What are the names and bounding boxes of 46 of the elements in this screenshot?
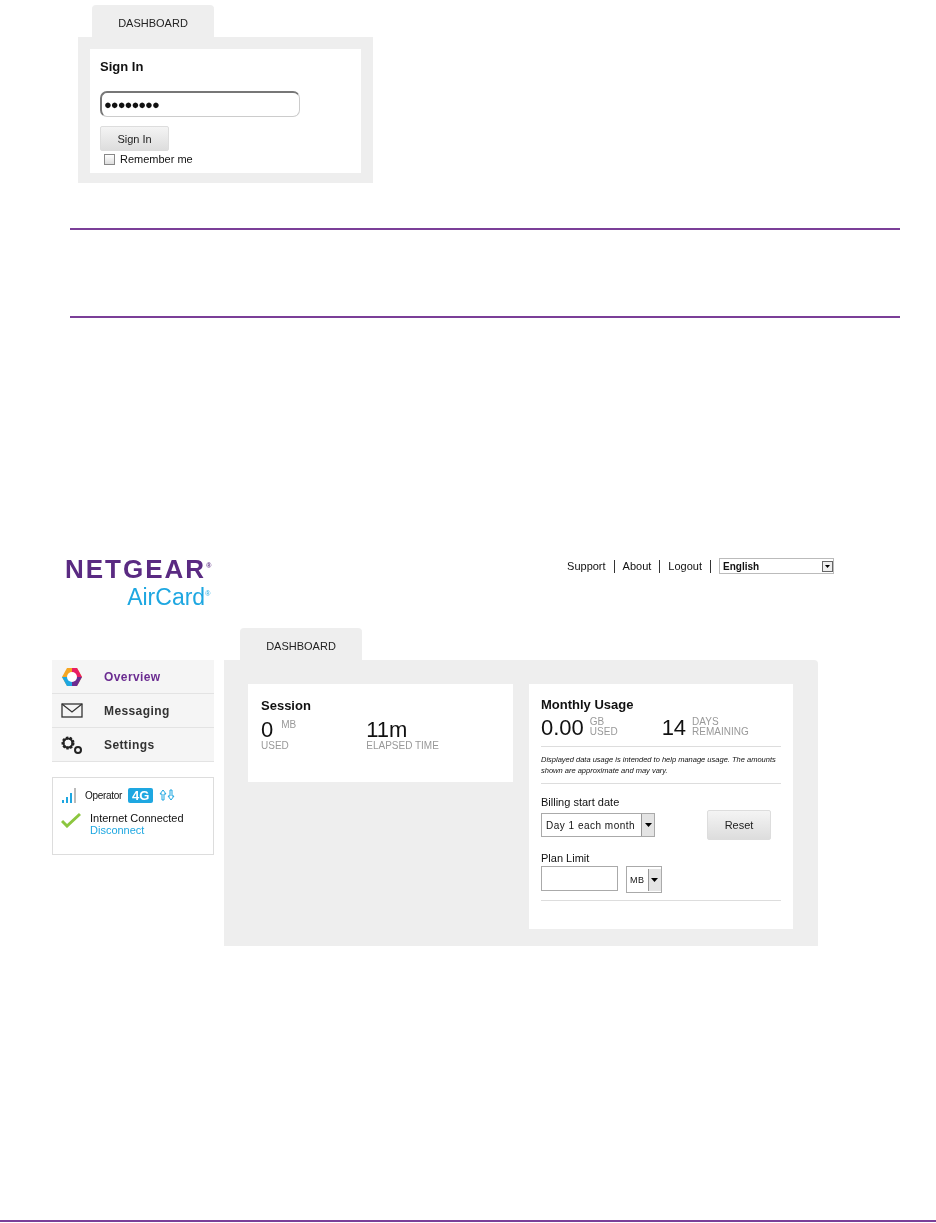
elapsed-time-label: ELAPSED TIME bbox=[366, 741, 439, 752]
product-logo: AirCard$^{®}$ bbox=[126, 582, 212, 609]
elapsed-time-value: 11m bbox=[366, 719, 408, 742]
card-title: Session bbox=[261, 698, 312, 714]
billing-date-dropdown[interactable]: Day 1 each month bbox=[541, 813, 656, 838]
up-down-arrows-icon bbox=[159, 789, 176, 802]
remember-label: Remember me bbox=[120, 153, 193, 165]
language-dropdown[interactable]: English bbox=[719, 558, 834, 574]
gears-icon bbox=[60, 734, 84, 755]
operator-label: Operator bbox=[85, 789, 123, 801]
billing-date-label: Billing start date bbox=[541, 796, 621, 809]
password-field[interactable]: ●●●●●●●● bbox=[100, 91, 300, 117]
network-badge: 4G bbox=[128, 787, 154, 803]
reset-button[interactable]: Reset bbox=[707, 810, 771, 841]
plan-limit-field[interactable] bbox=[541, 866, 618, 892]
checkmark-icon bbox=[61, 812, 81, 829]
signal-bars-icon bbox=[61, 786, 79, 805]
remember-checkbox[interactable] bbox=[104, 153, 115, 165]
sign-in-title: Sign In bbox=[100, 59, 145, 74]
dropdown-arrow-icon bbox=[651, 877, 658, 882]
unit-label: DAYS bbox=[692, 717, 719, 728]
sidebar-item[interactable]: Overview bbox=[52, 660, 214, 695]
hexagon-logo-icon bbox=[60, 666, 84, 687]
plan-limit-label: Plan Limit bbox=[541, 852, 591, 865]
header-link[interactable]: Support bbox=[567, 560, 606, 572]
remaining-label: REMAINING bbox=[692, 727, 749, 738]
header-link[interactable]: Logout bbox=[668, 560, 702, 572]
dashboard-tab[interactable]: DASHBOARD bbox=[92, 5, 214, 37]
connection-status: Internet Connected bbox=[90, 812, 184, 825]
sidebar-item[interactable]: Settings bbox=[52, 728, 214, 763]
data-used-value: 0 bbox=[261, 719, 274, 742]
dashboard-tab[interactable]: DASHBOARD bbox=[240, 628, 362, 661]
brand-logo: NETGEAR$^{®}$ bbox=[65, 553, 214, 582]
unit-label: MB bbox=[281, 720, 297, 731]
sign-in-button[interactable]: Sign In bbox=[100, 126, 169, 151]
data-used-value: 0.00 bbox=[541, 717, 584, 740]
used-label: USED bbox=[589, 727, 618, 738]
envelope-icon bbox=[60, 703, 84, 719]
sidebar-item[interactable]: Messaging bbox=[52, 694, 214, 729]
header-link[interactable]: About bbox=[622, 560, 652, 572]
unit-dropdown[interactable]: MB bbox=[626, 866, 662, 894]
days-value: 14 bbox=[661, 717, 687, 740]
card-title: Monthly Usage bbox=[541, 697, 635, 713]
unit-label: GB bbox=[589, 717, 605, 728]
dropdown-arrow-icon bbox=[644, 823, 652, 828]
used-label: USED bbox=[261, 741, 290, 752]
